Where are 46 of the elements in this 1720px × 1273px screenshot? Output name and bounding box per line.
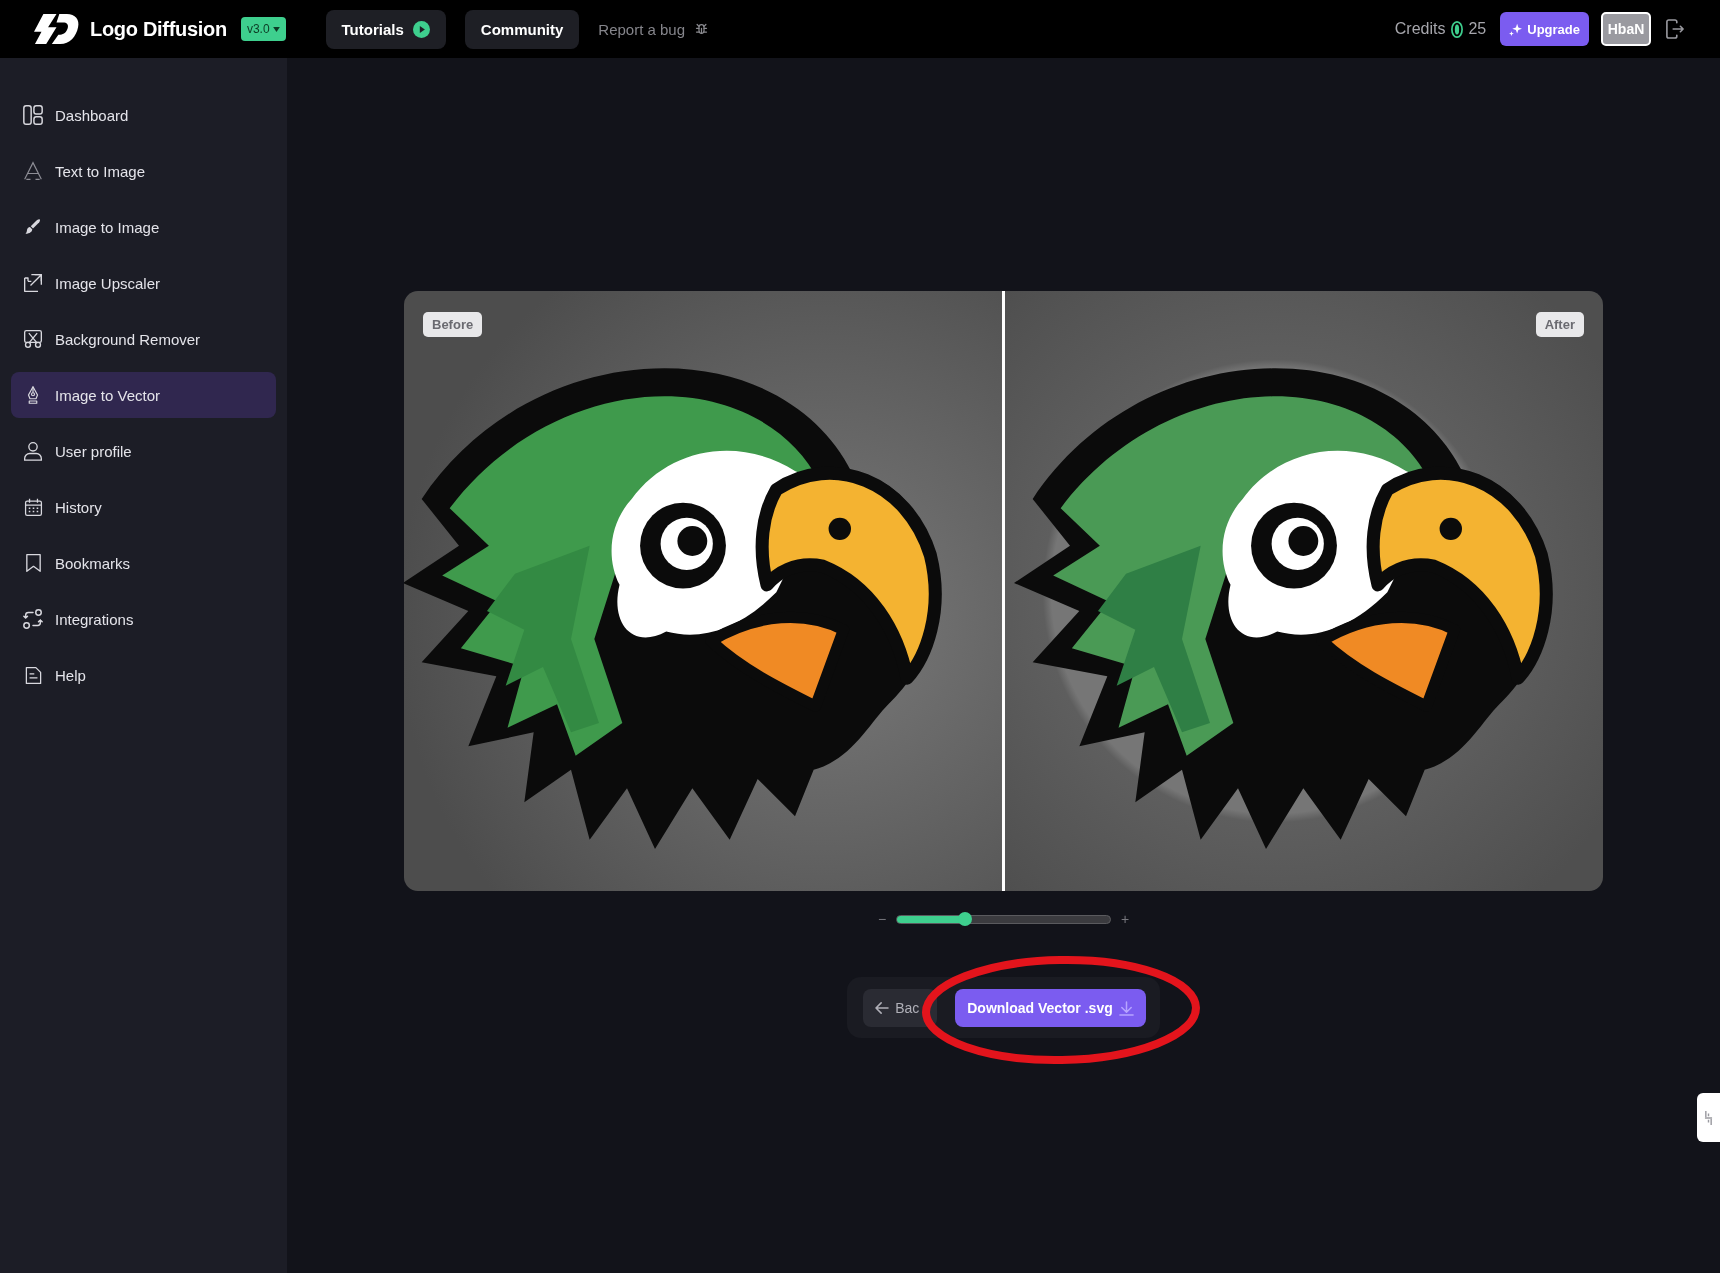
caret-icon (272, 26, 280, 32)
sidebar-item[interactable]: Help (11, 652, 276, 698)
nav-button[interactable]: Tutorials (325, 9, 446, 49)
tab-icon (1704, 1109, 1713, 1126)
credits-label: Credits (1394, 20, 1446, 38)
sidebar-item[interactable]: User profile (11, 428, 276, 474)
version-badge[interactable]: v3.0 (240, 17, 286, 41)
bookmark-icon (24, 553, 42, 573)
brush-icon (24, 218, 42, 236)
document-icon (23, 665, 43, 685)
sidebar-item[interactable]: Bookmarks (11, 540, 276, 586)
upgrade-button[interactable]: Upgrade (1500, 12, 1589, 46)
arrow-left-icon (875, 1002, 890, 1014)
download-icon (1118, 1000, 1134, 1016)
sidebar-item[interactable]: Image Upscaler (11, 260, 276, 306)
play-icon (412, 20, 430, 38)
sidebar-item[interactable]: History (11, 484, 276, 530)
logo-icon[interactable] (33, 14, 80, 44)
sidebar-item[interactable]: Integrations (11, 596, 276, 642)
sidebar-item[interactable]: Text to Image (11, 148, 276, 194)
slider-thumb[interactable] (958, 912, 973, 926)
report-bug-link[interactable]: Report a bug (598, 9, 710, 49)
sidebar-item[interactable]: Image to Image (11, 204, 276, 250)
scissors-frame-icon (23, 329, 43, 349)
user-icon (23, 441, 43, 461)
nav-button[interactable]: Community (464, 9, 580, 49)
dashboard-icon (22, 104, 44, 126)
download-button[interactable]: Download Vector .svg (955, 989, 1146, 1027)
sidebar-item[interactable]: Image to Vector (11, 372, 276, 418)
zoom-slider[interactable] (896, 914, 1111, 924)
after-label: After (1535, 312, 1584, 337)
logo-text[interactable]: Logo Diffusion (90, 17, 227, 41)
sparkle-icon (1509, 22, 1523, 36)
bug-icon (694, 21, 710, 37)
circles-arrows-icon (22, 608, 44, 630)
before-label: Before (423, 312, 483, 337)
logout-icon[interactable] (1666, 19, 1684, 39)
calendar-icon (23, 497, 43, 517)
serif-a-icon (23, 160, 43, 182)
sidebar-item[interactable]: Background Remover (11, 316, 276, 362)
coin-icon (1451, 20, 1464, 38)
zoom-out-button[interactable]: − (877, 911, 887, 927)
sidebar-item[interactable]: Dashboard (11, 92, 276, 138)
credits-count: 25 (1468, 20, 1487, 38)
image-arrow-icon (23, 273, 43, 293)
zoom-in-button[interactable]: + (1120, 911, 1130, 927)
